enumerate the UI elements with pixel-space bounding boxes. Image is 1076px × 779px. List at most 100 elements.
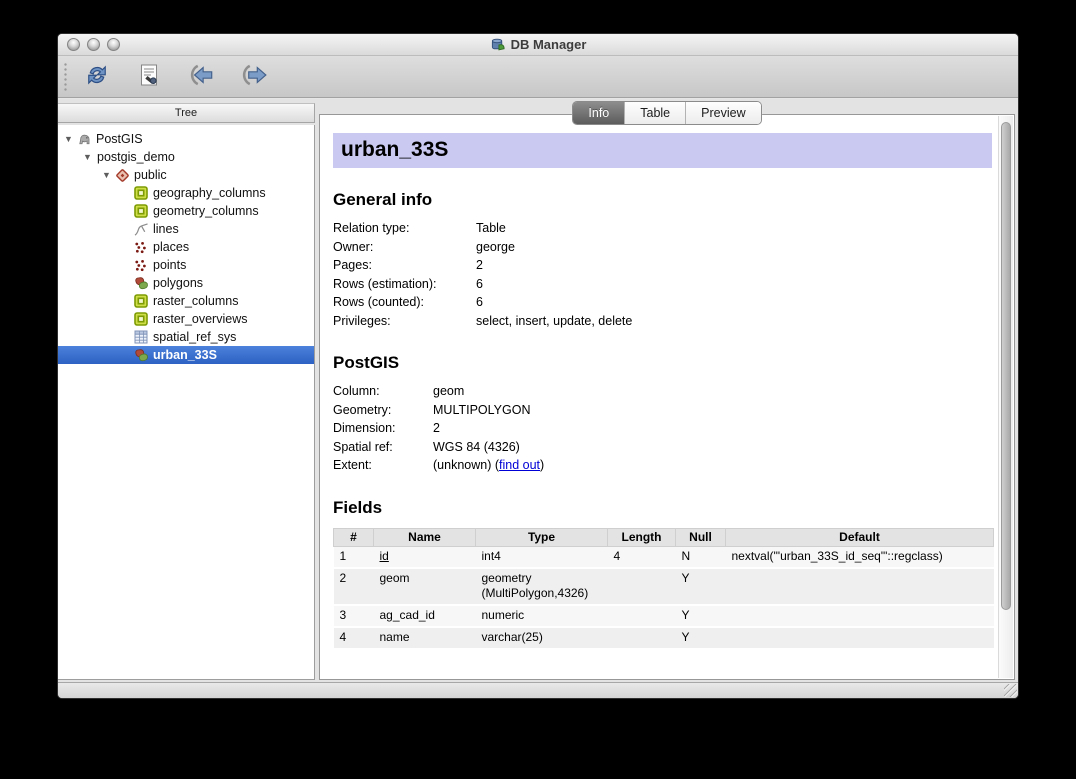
info-row: Relation type:Table [333,220,632,239]
green-table-icon [134,204,152,218]
window-title-area: DB Manager [58,34,1018,55]
fields-cell [726,605,994,627]
fields-cell: ag_cad_id [374,605,476,627]
fields-column-header: # [334,528,374,546]
tree-item-public[interactable]: ▼ public [58,166,314,184]
info-value: geom [433,383,544,402]
resize-grip[interactable] [1004,684,1017,697]
tree-list: ▼PostGIS▼postgis_demo▼publicgeography_co… [58,125,315,680]
zoom-button[interactable] [107,38,120,51]
find-out-link[interactable]: find out [499,458,540,472]
export-file-icon [238,63,268,90]
export-to-file-button[interactable] [236,61,270,93]
tree-item-label: postgis_demo [96,150,175,164]
fields-cell: Y [676,627,726,649]
tree-item-label: places [152,240,189,254]
import-layer-icon [186,63,216,90]
tree-item-spatial_ref_sys[interactable]: spatial_ref_sys [58,328,314,346]
tree-item-places[interactable]: places [58,238,314,256]
srs-table-icon [134,330,152,344]
info-label: Column: [333,383,433,402]
tab-preview[interactable]: Preview [685,102,760,124]
tree-item-label: spatial_ref_sys [152,330,236,344]
fields-cell [726,627,994,649]
tree-item-PostGIS[interactable]: ▼ PostGIS [58,130,314,148]
refresh-button[interactable] [80,61,114,93]
general-info-table: Relation type:TableOwner:georgePages:2 Ro… [333,220,632,331]
sql-window-button[interactable] [132,61,166,93]
vertical-scrollbar[interactable] [998,116,1013,678]
postgis-icon [77,132,95,146]
fields-cell: varchar(25) [476,627,608,649]
postgis-heading: PostGIS [333,353,992,373]
green-table-icon [134,186,152,200]
close-button[interactable] [67,38,80,51]
minimize-button[interactable] [87,38,100,51]
tree-item-raster_overviews[interactable]: raster_overviews [58,310,314,328]
expand-arrow[interactable]: ▼ [102,170,115,180]
tree-item-label: public [133,168,167,182]
info-label: Geometry: [333,402,433,421]
fields-row-geom: 2geomgeometry (MultiPolygon,4326)Y [334,568,994,605]
tree-item-label: lines [152,222,179,236]
tree-item-lines[interactable]: lines [58,220,314,238]
fields-cell: geom [374,568,476,605]
fields-row-id: 1idint44Nnextval('"urban_33S_id_seq"'::r… [334,546,994,568]
points-layer-icon [134,259,152,272]
db-manager-app-icon [490,37,506,52]
tree-item-label: geography_columns [152,186,266,200]
fields-cell [608,568,676,605]
fields-column-header: Type [476,528,608,546]
tab-table[interactable]: Table [624,102,685,124]
fields-cell: Y [676,568,726,605]
info-value-text: (unknown) ( [433,458,499,472]
titlebar[interactable]: DB Manager [58,34,1018,56]
fields-cell: Y [676,605,726,627]
traffic-lights [67,38,120,51]
tree-item-polygons[interactable]: polygons [58,274,314,292]
info-row: Pages:2 [333,257,632,276]
fields-cell: int4 [476,546,608,568]
toolbar-drag-handle[interactable] [63,62,68,92]
refresh-icon [83,62,111,91]
import-layer-button[interactable] [184,61,218,93]
status-bar [58,682,1018,698]
info-row: Rows (counted):6 [333,294,632,313]
fields-cell: 4 [608,546,676,568]
info-value: 2 [476,257,632,276]
tab-bar: InfoTablePreview [319,101,1015,125]
tab-info[interactable]: Info [573,102,624,124]
info-value: select, insert, update, delete [476,313,632,332]
tree-item-geography_columns[interactable]: geography_columns [58,184,314,202]
info-label: Owner: [333,239,476,258]
info-label: Spatial ref: [333,439,433,458]
info-row: Geometry:MULTIPOLYGON [333,402,544,421]
tree-item-geometry_columns[interactable]: geometry_columns [58,202,314,220]
fields-column-header: Null [676,528,726,546]
fields-cell: 4 [334,627,374,649]
lines-layer-icon [134,223,152,236]
fields-cell: N [676,546,726,568]
postgis-info-table: Column:geomGeometry:MULTIPOLYGONDimensio… [333,383,544,476]
tree-item-raster_columns[interactable]: raster_columns [58,292,314,310]
tree-item-label: PostGIS [95,132,143,146]
page-title: urban_33S [333,133,992,168]
tree-item-postgis_demo[interactable]: ▼postgis_demo [58,148,314,166]
tree-item-points[interactable]: points [58,256,314,274]
fields-cell [608,605,676,627]
fields-cell: 2 [334,568,374,605]
general-info-heading: General info [333,190,992,210]
info-value: MULTIPOLYGON [433,402,544,421]
tree-item-label: raster_overviews [152,312,247,326]
scrollbar-thumb[interactable] [1001,122,1011,610]
fields-row-name: 4namevarchar(25)Y [334,627,994,649]
fields-cell: numeric [476,605,608,627]
info-value: george [476,239,632,258]
expand-arrow[interactable]: ▼ [83,152,96,162]
tree-item-urban_33S[interactable]: urban_33S [58,346,314,364]
expand-arrow[interactable]: ▼ [64,134,77,144]
info-value: Table [476,220,632,239]
tree-panel-title: Tree [58,103,315,123]
desktop-background: { "window": { "title": "DB Manager" }, "… [0,0,1076,779]
info-label: Rows (counted): [333,294,476,313]
